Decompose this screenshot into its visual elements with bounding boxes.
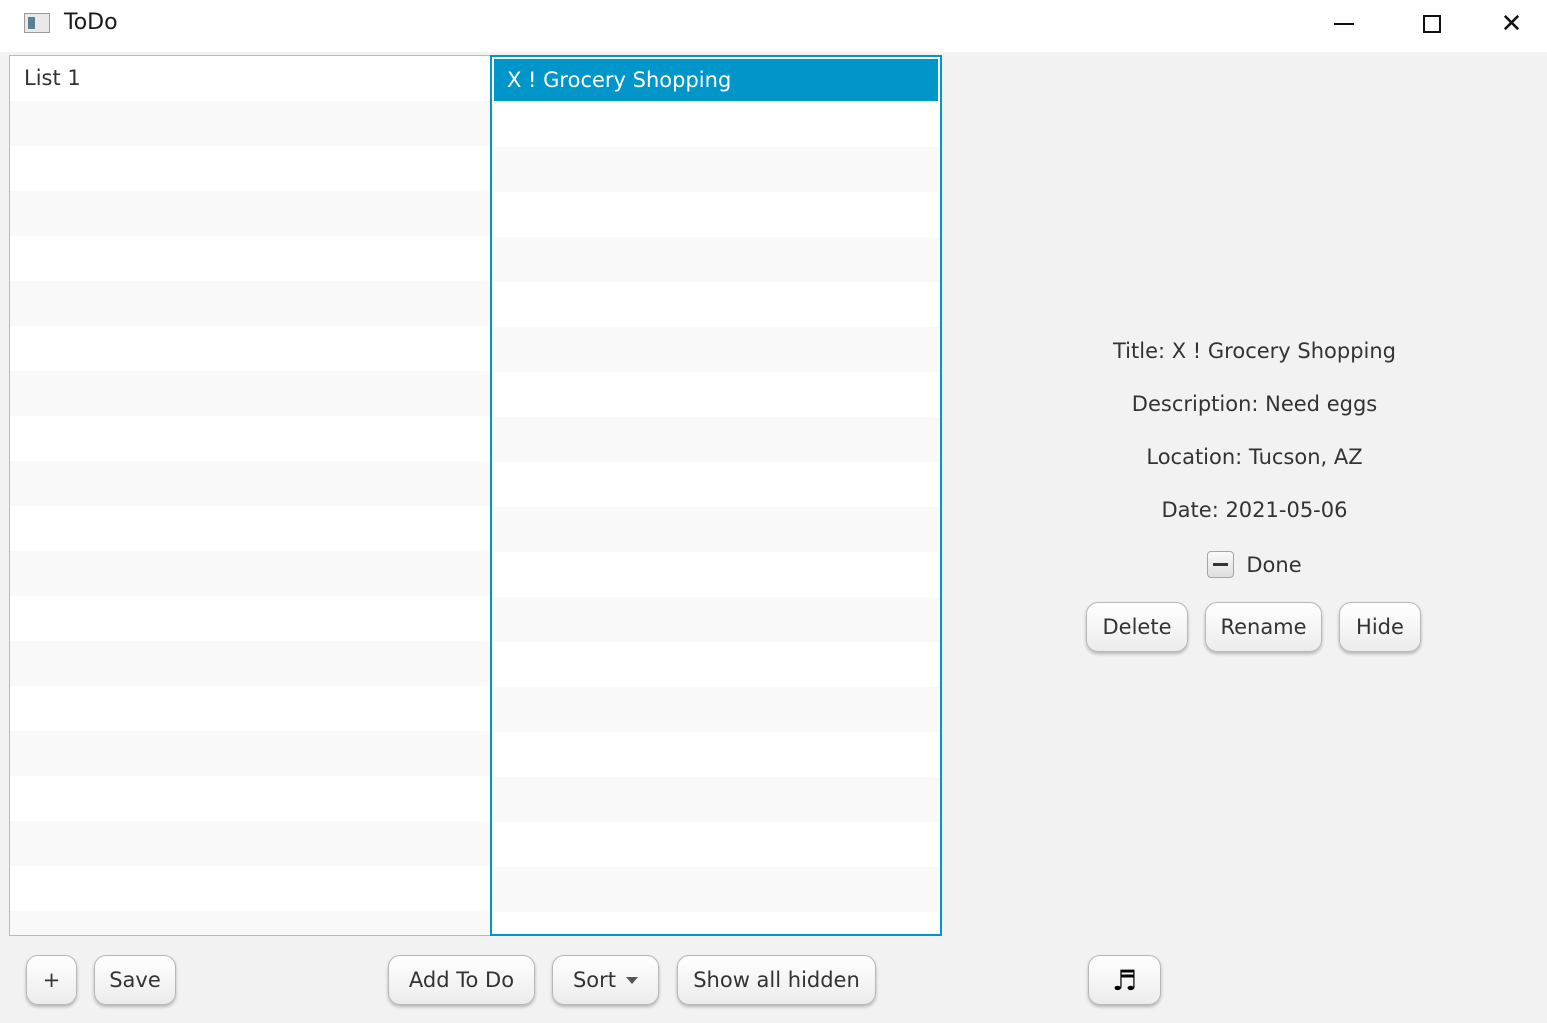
sort-dropdown[interactable]: Sort xyxy=(552,955,659,1005)
add-todo-button[interactable]: Add To Do xyxy=(388,955,535,1005)
todo-detail-pane: Title: X ! Grocery Shopping Description:… xyxy=(942,55,1547,936)
show-all-hidden-button[interactable]: Show all hidden xyxy=(677,955,876,1005)
window-title: ToDo xyxy=(64,10,118,35)
list-stripes xyxy=(492,102,940,934)
maximize-button[interactable] xyxy=(1388,0,1476,48)
list-stripes xyxy=(10,56,491,935)
done-row: Done xyxy=(942,551,1547,578)
detail-location: Location: Tucson, AZ xyxy=(1146,445,1363,469)
save-button[interactable]: Save xyxy=(94,955,176,1005)
list-item[interactable]: List 1 xyxy=(10,56,491,101)
rename-button[interactable]: Rename xyxy=(1205,602,1322,652)
lists-list-view[interactable]: List 1 xyxy=(9,55,491,936)
done-label: Done xyxy=(1246,552,1302,577)
todos-list-view[interactable]: X ! Grocery Shopping xyxy=(490,55,942,936)
todo-item-selected[interactable]: X ! Grocery Shopping xyxy=(494,59,938,101)
done-checkbox[interactable] xyxy=(1207,551,1235,578)
sort-label: Sort xyxy=(572,968,617,992)
title-bar: ToDo ✕ xyxy=(0,0,1547,52)
close-icon: ✕ xyxy=(1500,9,1523,39)
music-button[interactable]: ♬ xyxy=(1088,955,1161,1005)
add-list-button[interactable]: + xyxy=(26,955,77,1005)
maximize-icon xyxy=(1423,15,1441,33)
detail-description: Description: Need eggs xyxy=(1131,392,1378,416)
app-icon xyxy=(24,13,50,33)
hide-button[interactable]: Hide xyxy=(1339,602,1421,652)
chevron-down-icon xyxy=(626,976,639,984)
indeterminate-dash-icon xyxy=(1213,563,1229,566)
detail-date: Date: 2021-05-06 xyxy=(1161,498,1348,522)
delete-button[interactable]: Delete xyxy=(1086,602,1188,652)
close-button[interactable]: ✕ xyxy=(1476,0,1547,48)
minimize-icon xyxy=(1334,23,1354,25)
music-note-icon: ♬ xyxy=(1111,963,1138,997)
minimize-button[interactable] xyxy=(1300,0,1388,48)
detail-title: Title: X ! Grocery Shopping xyxy=(1112,339,1397,363)
